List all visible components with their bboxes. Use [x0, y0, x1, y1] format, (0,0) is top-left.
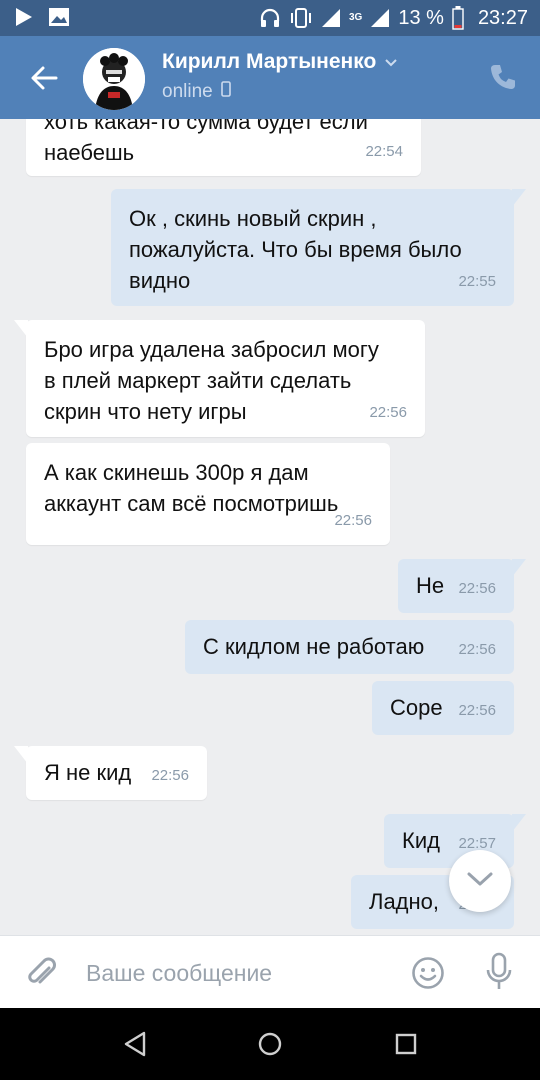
mobile-phone-icon: [220, 81, 231, 103]
message-time: 22:54: [365, 143, 403, 160]
message-time: 22:56: [458, 641, 496, 658]
message-text: Бро игра удалена забросил могу в плей ма…: [44, 337, 379, 424]
nav-home-icon[interactable]: [254, 1028, 286, 1060]
message-time: 22:56: [334, 512, 372, 529]
message-time: 22:56: [151, 767, 189, 784]
avatar[interactable]: [83, 48, 145, 110]
contact-name[interactable]: Кирилл Мартыненко: [162, 50, 398, 74]
smiley-icon[interactable]: [411, 956, 445, 990]
message-list[interactable]: хоть какая-то сумма будет если наебешь 2…: [0, 119, 540, 935]
message-outgoing[interactable]: Ок , скинь новый скрин , пожалуйста. Что…: [111, 189, 526, 306]
message-text: А как скинешь 300р я дам аккаунт сам всё…: [44, 460, 339, 516]
chevron-down-icon: [466, 870, 494, 893]
status-bar: 3G 13 % 23:27: [0, 0, 540, 36]
nav-back-icon[interactable]: [120, 1028, 152, 1060]
clock: 23:27: [477, 6, 528, 29]
nav-recents-icon[interactable]: [390, 1028, 422, 1060]
image-icon: [48, 6, 70, 28]
contact-status: online: [162, 81, 231, 103]
phone-icon[interactable]: [488, 62, 518, 92]
message-text: Ок , скинь новый скрин , пожалуйста. Что…: [129, 206, 462, 293]
headphones-icon: [259, 7, 281, 29]
chevron-down-icon[interactable]: [384, 50, 398, 74]
back-arrow-icon[interactable]: [26, 60, 62, 96]
message-outgoing[interactable]: Не 22:56: [398, 559, 526, 613]
message-outgoing[interactable]: С кидлом не работаю 22:56: [185, 620, 514, 674]
composer: [0, 935, 540, 1008]
battery-text: 13 %: [398, 6, 444, 29]
signal-icon: [321, 8, 341, 28]
message-incoming[interactable]: Я не кид 22:56: [14, 746, 207, 800]
play-icon: [14, 6, 34, 28]
navigation-bar: [0, 1008, 540, 1080]
message-text: С кидлом не работаю: [203, 634, 425, 659]
status-text: online: [162, 81, 213, 102]
message-time: 22:56: [369, 404, 407, 421]
scroll-down-button[interactable]: [449, 850, 511, 912]
chat-header: Кирилл Мартыненко online: [0, 36, 540, 119]
network-type-label: 3G: [349, 12, 363, 23]
message-text: хоть какая-то сумма будет если наебешь: [44, 119, 368, 165]
message-incoming[interactable]: хоть какая-то сумма будет если наебешь 2…: [26, 119, 421, 176]
battery-icon: [452, 6, 464, 30]
message-time: 22:56: [458, 580, 496, 597]
contact-name-text: Кирилл Мартыненко: [162, 50, 377, 73]
message-time: 22:56: [458, 702, 496, 719]
message-time: 22:55: [458, 273, 496, 290]
message-input[interactable]: [86, 955, 386, 991]
paperclip-icon[interactable]: [22, 954, 60, 992]
microphone-icon[interactable]: [484, 952, 514, 992]
message-incoming[interactable]: А как скинешь 300р я дам аккаунт сам всё…: [26, 443, 390, 545]
message-outgoing[interactable]: Соре 22:56: [372, 681, 514, 735]
vibrate-icon: [289, 7, 313, 29]
message-incoming[interactable]: Бро игра удалена забросил могу в плей ма…: [14, 320, 425, 437]
signal-icon-2: [370, 8, 390, 28]
